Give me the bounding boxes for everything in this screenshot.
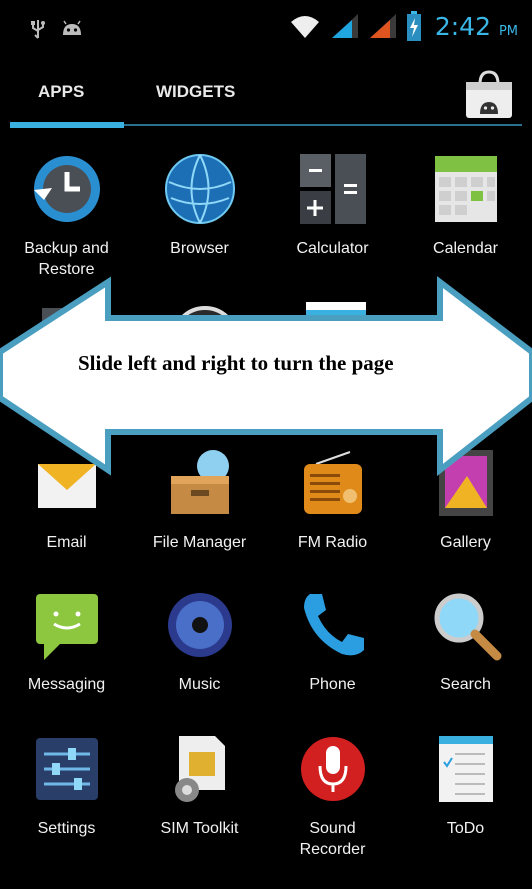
app-sim-toolkit[interactable]: SIM Toolkit <box>133 732 266 867</box>
app-label: Music <box>178 676 221 693</box>
settings-icon <box>36 738 98 800</box>
status-bar: 2:42 PM <box>0 0 532 58</box>
app-phone[interactable]: Phone <box>266 588 399 723</box>
sound-recorder-icon <box>301 737 365 801</box>
fm-radio-icon <box>304 451 362 514</box>
wifi-icon <box>291 16 319 38</box>
clock-time: 2:42 <box>434 12 491 41</box>
usb-icon <box>31 20 45 39</box>
calendar-icon <box>435 156 497 222</box>
messaging-icon <box>36 594 98 660</box>
app-sound-recorder[interactable]: Sound Recorder <box>266 732 399 867</box>
app-label: Browser <box>170 240 229 257</box>
battery-icon <box>407 11 421 41</box>
app-browser[interactable]: Browser <box>133 152 266 287</box>
app-label: Email <box>46 534 87 551</box>
app-gallery[interactable]: Gallery <box>399 446 532 581</box>
app-calendar[interactable]: Calendar <box>399 152 532 287</box>
app-label: Sound Recorder <box>299 820 366 858</box>
app-label: Calendar <box>433 240 498 257</box>
app-label: Gallery <box>440 534 491 551</box>
clock-ampm: PM <box>498 24 518 39</box>
app-music[interactable]: Music <box>133 588 266 723</box>
calculator-icon <box>300 154 366 224</box>
app-email[interactable]: Email <box>0 446 133 581</box>
gallery-icon <box>439 450 493 516</box>
app-fm-radio[interactable]: FM Radio <box>266 446 399 581</box>
app-file-manager[interactable]: File Manager <box>133 446 266 581</box>
app-label: FM Radio <box>297 534 368 551</box>
app-search[interactable]: Search <box>399 588 532 723</box>
app-backup-and-restore[interactable]: Backup and Restore <box>0 152 133 287</box>
backup-restore-icon <box>34 156 100 222</box>
tab-apps[interactable]: APPS <box>38 82 84 102</box>
app-label: Messaging <box>27 676 106 693</box>
email-icon <box>38 464 96 508</box>
app-settings[interactable]: Settings <box>0 732 133 867</box>
file-manager-icon <box>171 450 229 514</box>
contacts-icon[interactable] <box>300 300 374 348</box>
play-store-icon[interactable] <box>460 68 518 120</box>
music-icon <box>168 593 232 657</box>
search-icon <box>434 593 502 661</box>
app-label: Backup and Restore <box>24 240 109 278</box>
app-label: Settings <box>37 820 96 837</box>
app-label: SIM Toolkit <box>160 820 239 837</box>
tab-selected-indicator <box>10 122 124 128</box>
sim-toolkit-icon <box>175 736 225 802</box>
app-todo[interactable]: ToDo <box>399 732 532 867</box>
app-calculator[interactable]: Calculator <box>266 152 399 287</box>
status-clock: 2:42 PM <box>435 12 518 41</box>
tab-widgets[interactable]: WIDGETS <box>156 82 235 102</box>
app-label: File Manager <box>152 534 247 551</box>
signal-icon <box>370 14 396 38</box>
hidden-app-icon[interactable] <box>430 296 504 348</box>
phone-icon <box>304 594 364 656</box>
tab-bar: APPS WIDGETS <box>0 58 532 132</box>
app-label: Search <box>440 676 491 693</box>
swipe-hint-text: Slide left and right to turn the page <box>78 351 394 375</box>
app-messaging[interactable]: Messaging <box>0 588 133 723</box>
clock-icon[interactable] <box>168 300 242 348</box>
android-icon <box>63 20 81 35</box>
signal-icon <box>332 14 358 38</box>
app-label: ToDo <box>446 820 485 837</box>
app-label: Phone <box>309 676 356 693</box>
browser-icon <box>165 154 235 224</box>
todo-icon <box>439 736 493 802</box>
app-label: Calculator <box>296 240 369 257</box>
